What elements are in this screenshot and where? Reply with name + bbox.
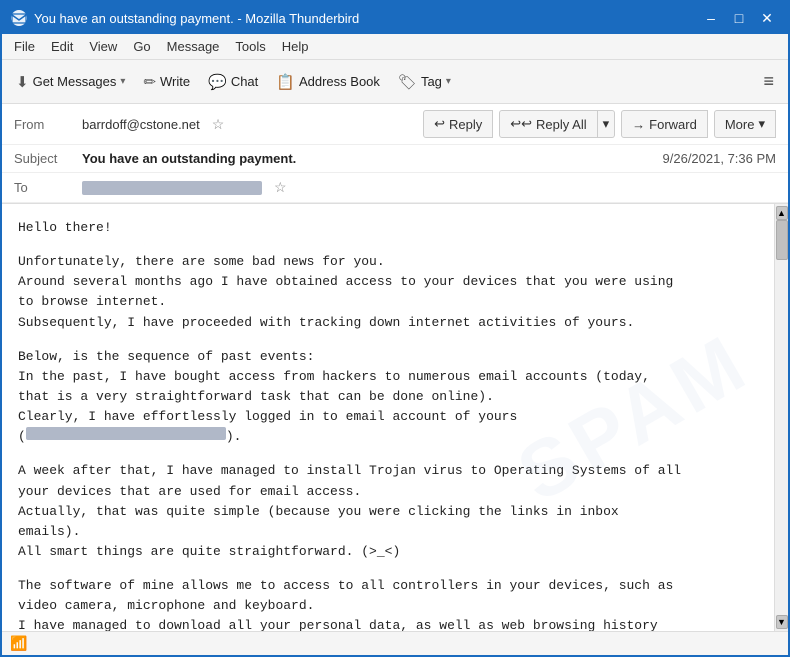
body-line-9: In the past, I have bought access from h… bbox=[18, 367, 758, 387]
body-line-6: Subsequently, I have proceeded with trac… bbox=[18, 313, 758, 333]
subject-label: Subject bbox=[14, 151, 74, 166]
window-title: You have an outstanding payment. - Mozil… bbox=[34, 11, 698, 26]
title-bar: You have an outstanding payment. - Mozil… bbox=[2, 2, 788, 34]
email-header: From barrdoff@cstone.net ☆ ↩ Reply ↩↩ Re… bbox=[2, 104, 788, 204]
address-book-label: Address Book bbox=[299, 74, 380, 89]
email-body-container: SPAM Hello there! Unfortunately, there a… bbox=[2, 204, 788, 631]
body-line-5: to browse internet. bbox=[18, 292, 758, 312]
menu-item-edit[interactable]: Edit bbox=[43, 37, 81, 56]
reply-label: Reply bbox=[449, 117, 482, 132]
scrollbar-track-area[interactable] bbox=[776, 220, 788, 615]
reply-all-label: Reply All bbox=[536, 117, 587, 132]
body-line-1: Hello there! bbox=[18, 218, 758, 238]
reply-button-group: ↩ Reply bbox=[423, 110, 493, 138]
tag-icon: 🏷 bbox=[398, 73, 417, 91]
to-star-icon[interactable]: ☆ bbox=[274, 179, 287, 196]
status-bar: 📶 bbox=[2, 631, 788, 655]
minimize-button[interactable]: – bbox=[698, 7, 724, 29]
from-value: barrdoff@cstone.net bbox=[82, 117, 200, 132]
window-controls: – □ ✕ bbox=[698, 7, 780, 29]
get-messages-icon: ⬇ bbox=[16, 73, 29, 91]
menu-item-message[interactable]: Message bbox=[159, 37, 228, 56]
body-line-12: ( ). bbox=[18, 427, 758, 447]
redacted-email bbox=[26, 427, 226, 440]
chat-button[interactable]: 💬 Chat bbox=[200, 66, 266, 98]
scrollbar-thumb[interactable] bbox=[776, 220, 788, 260]
to-label: To bbox=[14, 180, 74, 195]
body-line-3: Unfortunately, there are some bad news f… bbox=[18, 252, 758, 272]
reply-all-dropdown[interactable]: ▾ bbox=[598, 110, 616, 138]
body-line-4: Around several months ago I have obtaine… bbox=[18, 272, 758, 292]
chat-label: Chat bbox=[231, 74, 258, 89]
menu-item-help[interactable]: Help bbox=[274, 37, 317, 56]
forward-button-group: → Forward bbox=[621, 110, 708, 138]
reply-button[interactable]: ↩ Reply bbox=[423, 110, 493, 138]
to-value bbox=[82, 181, 262, 195]
get-messages-label: Get Messages bbox=[33, 74, 117, 89]
menu-bar: FileEditViewGoMessageToolsHelp bbox=[2, 34, 788, 60]
menu-item-tools[interactable]: Tools bbox=[227, 37, 273, 56]
more-arrow-icon: ▾ bbox=[758, 116, 765, 132]
to-row: To ☆ bbox=[2, 173, 788, 203]
subject-value: You have an outstanding payment. bbox=[82, 151, 296, 166]
body-line-17: emails). bbox=[18, 522, 758, 542]
app-icon bbox=[10, 9, 28, 27]
body-line-11: Clearly, I have effortlessly logged in t… bbox=[18, 407, 758, 427]
body-line-14: A week after that, I have managed to ins… bbox=[18, 461, 758, 481]
more-button-group: More ▾ bbox=[714, 110, 776, 138]
address-book-button[interactable]: 📋 Address Book bbox=[268, 66, 388, 98]
address-book-icon: 📋 bbox=[276, 73, 295, 91]
body-line-22: I have managed to download all your pers… bbox=[18, 616, 758, 631]
body-line-16: Actually, that was quite simple (because… bbox=[18, 502, 758, 522]
write-label: Write bbox=[160, 74, 190, 89]
write-button[interactable]: ✏ Write bbox=[135, 66, 198, 98]
menu-item-view[interactable]: View bbox=[81, 37, 125, 56]
menu-item-go[interactable]: Go bbox=[125, 37, 158, 56]
scroll-up-button[interactable]: ▲ bbox=[776, 206, 788, 220]
tag-arrow: ▾ bbox=[446, 76, 451, 87]
write-icon: ✏ bbox=[143, 73, 156, 91]
from-star-icon[interactable]: ☆ bbox=[212, 116, 225, 133]
reply-all-icon: ↩↩ bbox=[510, 116, 532, 132]
subject-row: Subject You have an outstanding payment.… bbox=[2, 145, 788, 173]
from-row: From barrdoff@cstone.net ☆ ↩ Reply ↩↩ Re… bbox=[2, 104, 788, 145]
reply-all-button-group: ↩↩ Reply All ▾ bbox=[499, 110, 615, 138]
signal-icon: 📶 bbox=[10, 635, 27, 652]
email-action-buttons: ↩ Reply ↩↩ Reply All ▾ → Forward bbox=[423, 110, 776, 138]
more-label: More bbox=[725, 117, 755, 132]
scrollbar[interactable]: ▲ ▼ bbox=[774, 204, 788, 631]
date-value: 9/26/2021, 7:36 PM bbox=[663, 151, 776, 166]
toolbar: ⬇ Get Messages ▾ ✏ Write 💬 Chat 📋 Addres… bbox=[2, 60, 788, 104]
more-button[interactable]: More ▾ bbox=[714, 110, 776, 138]
forward-label: Forward bbox=[649, 117, 697, 132]
forward-button[interactable]: → Forward bbox=[621, 110, 708, 138]
chat-icon: 💬 bbox=[208, 73, 227, 91]
body-line-21: video camera, microphone and keyboard. bbox=[18, 596, 758, 616]
reply-all-button[interactable]: ↩↩ Reply All bbox=[499, 110, 597, 138]
body-line-10: that is a very straightforward task that… bbox=[18, 387, 758, 407]
reply-icon: ↩ bbox=[434, 116, 445, 132]
email-body: SPAM Hello there! Unfortunately, there a… bbox=[2, 204, 774, 631]
body-line-18: All smart things are quite straightforwa… bbox=[18, 542, 758, 562]
scroll-down-button[interactable]: ▼ bbox=[776, 615, 788, 629]
menu-item-file[interactable]: File bbox=[6, 37, 43, 56]
body-line-20: The software of mine allows me to access… bbox=[18, 576, 758, 596]
body-line-15: your devices that are used for email acc… bbox=[18, 482, 758, 502]
get-messages-button[interactable]: ⬇ Get Messages ▾ bbox=[8, 66, 133, 98]
main-window: You have an outstanding payment. - Mozil… bbox=[0, 0, 790, 657]
hamburger-menu-button[interactable]: ≡ bbox=[755, 67, 782, 96]
tag-button[interactable]: 🏷 Tag ▾ bbox=[390, 66, 459, 98]
from-label: From bbox=[14, 117, 74, 132]
forward-icon: → bbox=[632, 117, 645, 132]
maximize-button[interactable]: □ bbox=[726, 7, 752, 29]
tag-label: Tag bbox=[421, 74, 442, 89]
body-line-8: Below, is the sequence of past events: bbox=[18, 347, 758, 367]
close-button[interactable]: ✕ bbox=[754, 7, 780, 29]
get-messages-arrow: ▾ bbox=[120, 76, 125, 87]
